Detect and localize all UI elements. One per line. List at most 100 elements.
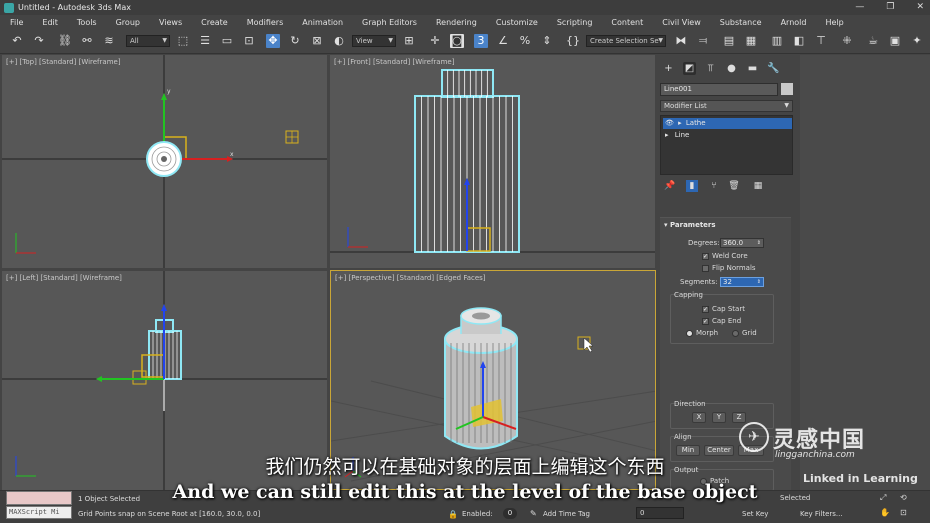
minimize-button[interactable]: —	[855, 0, 864, 15]
menu-graph-editors[interactable]: Graph Editors	[362, 18, 417, 27]
lock-icon[interactable]: 🔒	[448, 510, 458, 519]
rollout-title[interactable]: ▾ Parameters	[664, 221, 716, 229]
menu-animation[interactable]: Animation	[302, 18, 343, 27]
restore-button[interactable]: ❐	[886, 0, 894, 15]
curve-editor-icon[interactable]: ◧	[792, 34, 806, 48]
menu-group[interactable]: Group	[116, 18, 140, 27]
remove-modifier-icon[interactable]: 🗑	[728, 180, 740, 192]
rendered-frame-window-icon[interactable]: ▣	[888, 34, 902, 48]
object-color-swatch[interactable]	[781, 83, 793, 95]
toggle-ribbon-icon[interactable]: ▥	[770, 34, 784, 48]
title-bar: Untitled - Autodesk 3ds Max — ❐ ✕	[0, 0, 930, 15]
segments-spinner[interactable]: 32 ⇕	[720, 277, 764, 287]
cap-start-checkbox[interactable]: ✓ Cap Start	[702, 305, 745, 313]
layer-explorer-icon[interactable]: ▦	[744, 34, 758, 48]
menu-substance[interactable]: Substance	[720, 18, 762, 27]
viewport-front[interactable]: [+] [Front] [Standard] [Wireframe]	[330, 55, 655, 268]
angle-snap-icon[interactable]: ∠	[496, 34, 510, 48]
edit-named-selection-icon[interactable]: {}	[566, 34, 580, 48]
snaps-toggle-icon[interactable]: 3	[474, 34, 488, 48]
maxscript-mini-listener[interactable]: MAXScript Mi	[6, 506, 72, 519]
reference-coordinate-select[interactable]: View ▼	[352, 35, 396, 47]
stack-item-line[interactable]: ▸ Line	[663, 130, 792, 141]
menu-edit[interactable]: Edit	[42, 18, 58, 27]
close-button[interactable]: ✕	[916, 0, 924, 15]
menu-create[interactable]: Create	[201, 18, 228, 27]
menu-rendering[interactable]: Rendering	[436, 18, 477, 27]
link-icon[interactable]: ⛓	[58, 34, 72, 48]
align-icon[interactable]: ⫤	[696, 34, 710, 48]
render-setup-icon[interactable]: ☕	[866, 34, 880, 48]
object-name-field[interactable]: Line001	[660, 83, 778, 96]
direction-y-button[interactable]: Y	[712, 412, 726, 423]
select-manipulate-icon[interactable]: ✛	[428, 34, 442, 48]
motion-tab-icon[interactable]: ●	[725, 62, 738, 75]
keyboard-shortcut-override-icon[interactable]: ◙	[450, 34, 464, 48]
cap-end-checkbox[interactable]: ✓ Cap End	[702, 317, 741, 325]
hierarchy-tab-icon[interactable]: ⫪	[704, 62, 717, 75]
frame-field[interactable]: 0	[636, 507, 684, 519]
menu-file[interactable]: File	[10, 18, 23, 27]
named-selection-set-select[interactable]: Create Selection Se ▼	[586, 35, 666, 47]
modifier-list-dropdown[interactable]: Modifier List ▼	[660, 100, 793, 112]
eye-icon[interactable]: 👁	[665, 119, 674, 127]
unlink-icon[interactable]: ⚯	[80, 34, 94, 48]
material-editor-icon[interactable]: ⁜	[840, 34, 854, 48]
expand-arrow-icon[interactable]: ▸	[665, 131, 669, 139]
modify-tab-icon[interactable]: ◩	[683, 62, 696, 75]
weld-core-checkbox[interactable]: ✓ Weld Core	[702, 252, 748, 260]
capping-title: Capping	[674, 291, 703, 299]
morph-radio[interactable]: Morph	[686, 329, 718, 337]
show-end-result-icon[interactable]: ▮	[686, 180, 698, 192]
window-crossing-icon[interactable]: ⊡	[242, 34, 256, 48]
make-unique-icon[interactable]: ⑂	[708, 180, 720, 192]
selection-filter-select[interactable]: All ▼	[126, 35, 170, 47]
mirror-icon[interactable]: ⧓	[674, 34, 688, 48]
stack-item-lathe[interactable]: 👁 ▸ Lathe	[663, 118, 792, 129]
place-icon[interactable]: ◐	[332, 34, 346, 48]
bind-spacewarp-icon[interactable]: ≋	[102, 34, 116, 48]
menu-views[interactable]: Views	[159, 18, 182, 27]
menu-modifiers[interactable]: Modifiers	[247, 18, 284, 27]
enabled-toggle[interactable]: 0	[503, 508, 517, 519]
menu-arnold[interactable]: Arnold	[781, 18, 807, 27]
nav-maximize-icon[interactable]: ⊡	[900, 508, 907, 517]
undo-icon[interactable]: ↶	[10, 34, 24, 48]
select-scale-icon[interactable]: ⊠	[310, 34, 324, 48]
nav-pan-icon[interactable]: ✋	[880, 508, 890, 517]
menu-help[interactable]: Help	[825, 18, 843, 27]
expand-arrow-icon[interactable]: ▸	[678, 119, 682, 127]
menu-content[interactable]: Content	[611, 18, 643, 27]
utilities-tab-icon[interactable]: 🔧	[767, 62, 780, 75]
select-move-icon[interactable]: ✥	[266, 34, 280, 48]
degrees-spinner[interactable]: 360.0 ⇕	[720, 238, 764, 248]
select-rotate-icon[interactable]: ↻	[288, 34, 302, 48]
add-time-tag-button[interactable]: Add Time Tag	[543, 510, 590, 518]
redo-icon[interactable]: ↷	[32, 34, 46, 48]
menu-customize[interactable]: Customize	[496, 18, 538, 27]
key-filters-button[interactable]: Key Filters...	[800, 510, 843, 518]
schematic-view-icon[interactable]: ⊤	[814, 34, 828, 48]
viewport-top[interactable]: [+] [Top] [Standard] [Wireframe] x y	[2, 55, 327, 268]
display-tab-icon[interactable]: ▬	[746, 62, 759, 75]
percent-snap-icon[interactable]: %	[518, 34, 532, 48]
set-key-button[interactable]: Set Key	[742, 510, 768, 518]
pivot-center-icon[interactable]: ⊞	[402, 34, 416, 48]
flip-normals-checkbox[interactable]: Flip Normals	[702, 264, 756, 272]
menu-scripting[interactable]: Scripting	[557, 18, 593, 27]
select-by-name-icon[interactable]: ☰	[198, 34, 212, 48]
rect-selection-region-icon[interactable]: ▭	[220, 34, 234, 48]
time-tag-icon[interactable]: ✎	[530, 509, 537, 518]
pin-stack-icon[interactable]: 📌	[664, 180, 676, 192]
menu-civil-view[interactable]: Civil View	[662, 18, 701, 27]
direction-x-button[interactable]: X	[692, 412, 706, 423]
grid-radio[interactable]: Grid	[732, 329, 757, 337]
spinner-snap-icon[interactable]: ⇕	[540, 34, 554, 48]
select-object-icon[interactable]: ⬚	[176, 34, 190, 48]
scene-explorer-icon[interactable]: ▤	[722, 34, 736, 48]
configure-modifier-sets-icon[interactable]: ▦	[752, 180, 764, 192]
menu-tools[interactable]: Tools	[77, 18, 97, 27]
app-logo-icon	[4, 2, 14, 13]
render-production-icon[interactable]: ✦	[910, 34, 924, 48]
create-tab-icon[interactable]: +	[662, 62, 675, 75]
